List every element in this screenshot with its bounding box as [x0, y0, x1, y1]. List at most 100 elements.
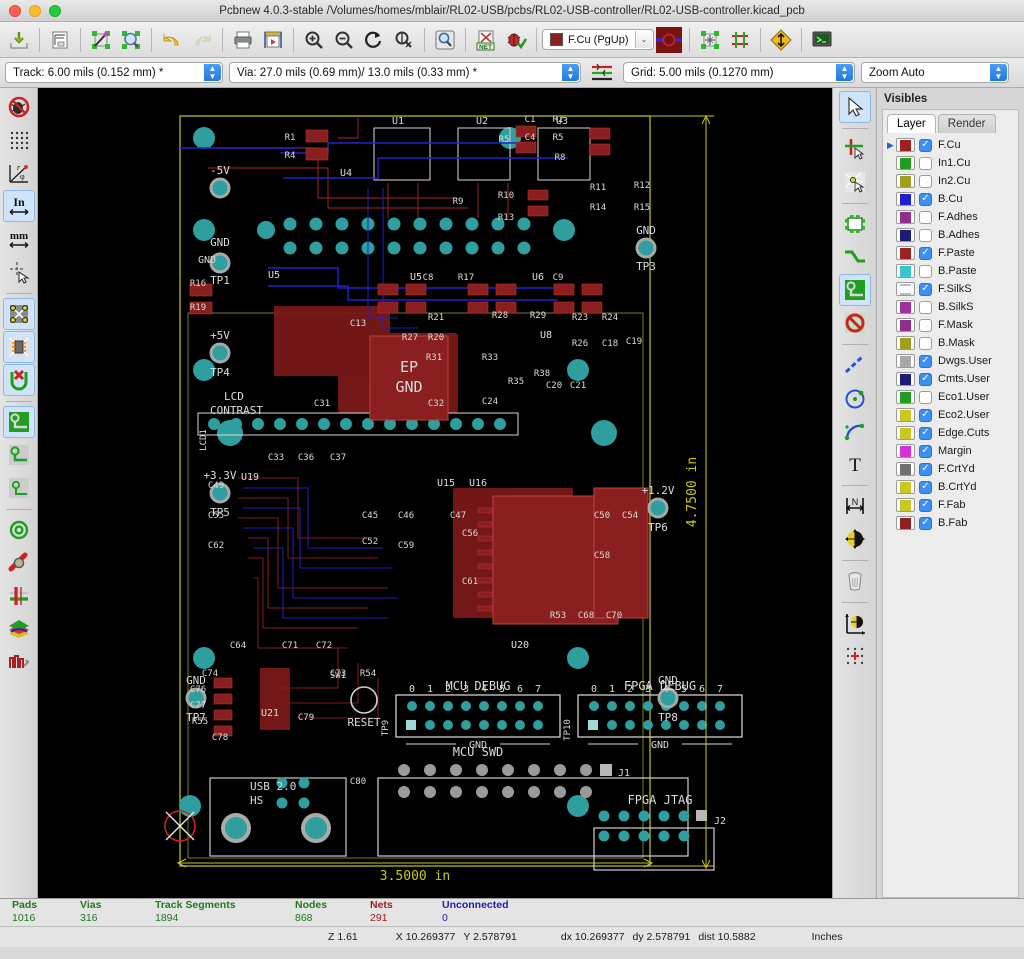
high-contrast-toggle[interactable]: [3, 613, 35, 645]
pcb-canvas[interactable]: .silk { font-family: "DejaVu Sans Mono",…: [38, 88, 832, 898]
add-target-tool[interactable]: [839, 523, 871, 555]
vias-sketch-toggle[interactable]: [3, 547, 35, 579]
add-zone-tool[interactable]: [838, 274, 871, 306]
layer-row-b-cu[interactable]: ✓ B.Cu: [883, 190, 1018, 208]
layer-color-swatch[interactable]: [896, 174, 915, 188]
layer-visibility-checkbox[interactable]: ✓: [919, 426, 932, 440]
save-board-button[interactable]: [4, 25, 34, 55]
module-ratsnest-toggle[interactable]: [2, 331, 35, 363]
layer-color-swatch[interactable]: [896, 372, 915, 386]
grid-combo[interactable]: Grid: 5.00 mils (0.1270 mm) ▲ ▼: [623, 62, 855, 83]
add-circle-tool[interactable]: [839, 382, 871, 414]
cursor-shape-toggle[interactable]: [3, 256, 35, 288]
layer-visibility-checkbox[interactable]: ✓: [919, 480, 932, 494]
layer-color-swatch[interactable]: [896, 192, 915, 206]
zoom-redraw-button[interactable]: [359, 25, 389, 55]
page-settings-button[interactable]: [45, 25, 75, 55]
layer-color-swatch[interactable]: [896, 390, 915, 404]
layer-row-f-cu[interactable]: ▶ ✓ F.Cu: [883, 136, 1018, 154]
mode-track-button[interactable]: [725, 25, 755, 55]
layer-visibility-checkbox[interactable]: [919, 210, 932, 224]
show-3d-button[interactable]: [807, 25, 837, 55]
netlist-button[interactable]: NET: [471, 25, 501, 55]
set-grid-origin-tool[interactable]: [839, 640, 871, 672]
open-module-editor-button[interactable]: [86, 25, 116, 55]
layer-row-f-paste[interactable]: ✓ F.Paste: [883, 244, 1018, 262]
tab-render[interactable]: Render: [937, 114, 996, 133]
layer-row-edge-cuts[interactable]: ✓ Edge.Cuts: [883, 424, 1018, 442]
units-mm-toggle[interactable]: mm: [3, 223, 35, 255]
layer-visibility-checkbox[interactable]: ✓: [919, 372, 932, 386]
tracks-sketch-toggle[interactable]: [3, 580, 35, 612]
grid-display-toggle[interactable]: [3, 124, 35, 156]
layer-row-eco1-user[interactable]: Eco1.User: [883, 388, 1018, 406]
layer-row-b-silks[interactable]: B.SilkS: [883, 298, 1018, 316]
units-inch-toggle[interactable]: In: [2, 190, 35, 222]
layer-row-b-adhes[interactable]: B.Adhes: [883, 226, 1018, 244]
layer-row-f-mask[interactable]: F.Mask: [883, 316, 1018, 334]
layer-color-swatch[interactable]: [896, 210, 915, 224]
layer-color-swatch[interactable]: [896, 228, 915, 242]
zoom-fit-button[interactable]: [389, 25, 419, 55]
add-keepout-tool[interactable]: [839, 307, 871, 339]
auto-delete-track-toggle[interactable]: [2, 364, 35, 396]
layer-row-cmts-user[interactable]: ✓ Cmts.User: [883, 370, 1018, 388]
layer-row-b-mask[interactable]: B.Mask: [883, 334, 1018, 352]
layer-select-chevron[interactable]: ⌄: [635, 31, 652, 48]
layer-row-eco2-user[interactable]: ✓ Eco2.User: [883, 406, 1018, 424]
layer-visibility-checkbox[interactable]: ✓: [919, 498, 932, 512]
zoom-in-button[interactable]: [299, 25, 329, 55]
layer-row-dwgs-user[interactable]: ✓ Dwgs.User: [883, 352, 1018, 370]
drc-off-toggle[interactable]: [3, 91, 35, 123]
layer-color-swatch[interactable]: [896, 354, 915, 368]
zoom-stepper[interactable]: ▲ ▼: [990, 64, 1007, 81]
microwave-tools-toggle[interactable]: [3, 646, 35, 678]
layer-visibility-checkbox[interactable]: [919, 264, 932, 278]
layer-color-swatch[interactable]: [896, 138, 915, 152]
layer-color-swatch[interactable]: [896, 264, 915, 278]
layer-color-swatch[interactable]: [896, 246, 915, 260]
layer-visibility-checkbox[interactable]: [919, 156, 932, 170]
layer-color-swatch[interactable]: [896, 336, 915, 350]
layer-pair-button[interactable]: [587, 58, 617, 88]
layer-row-f-fab[interactable]: ✓ F.Fab: [883, 496, 1018, 514]
layer-color-swatch[interactable]: [896, 444, 915, 458]
layer-visibility-checkbox[interactable]: ✓: [919, 282, 932, 296]
layer-row-in1-cu[interactable]: In1.Cu: [883, 154, 1018, 172]
layer-row-b-fab[interactable]: ✓ B.Fab: [883, 514, 1018, 532]
layer-row-margin[interactable]: ✓ Margin: [883, 442, 1018, 460]
layer-select-combo[interactable]: F.Cu (PgUp) ⌄: [542, 29, 654, 50]
layer-visibility-checkbox[interactable]: ✓: [919, 192, 932, 206]
add-track-tool[interactable]: [839, 241, 871, 273]
layer-visibility-checkbox[interactable]: [919, 390, 932, 404]
undo-button[interactable]: [157, 25, 187, 55]
layer-visibility-checkbox[interactable]: ✓: [919, 138, 932, 152]
redo-button[interactable]: [187, 25, 217, 55]
layer-color-swatch[interactable]: [896, 498, 915, 512]
layer-color-swatch[interactable]: [896, 426, 915, 440]
layer-visibility-checkbox[interactable]: ✓: [919, 246, 932, 260]
polar-coords-toggle[interactable]: r φ: [3, 157, 35, 189]
plot-button[interactable]: [258, 25, 288, 55]
add-arc-tool[interactable]: [839, 415, 871, 447]
layer-color-swatch[interactable]: [896, 318, 915, 332]
add-dimension-tool[interactable]: N: [839, 490, 871, 522]
show-zones-outline-toggle[interactable]: [3, 439, 35, 471]
zoom-out-button[interactable]: [329, 25, 359, 55]
via-size-combo[interactable]: Via: 27.0 mils (0.69 mm)/ 13.0 mils (0.3…: [229, 62, 581, 83]
layer-color-swatch[interactable]: [896, 480, 915, 494]
layer-visibility-checkbox[interactable]: [919, 318, 932, 332]
pads-sketch-toggle[interactable]: [3, 514, 35, 546]
layer-color-swatch[interactable]: [896, 408, 915, 422]
layer-visibility-checkbox[interactable]: [919, 228, 932, 242]
layer-visibility-checkbox[interactable]: ✓: [919, 354, 932, 368]
layer-row-b-paste[interactable]: B.Paste: [883, 262, 1018, 280]
local-ratsnest-tool[interactable]: [839, 166, 871, 198]
find-button[interactable]: [430, 25, 460, 55]
layer-row-f-adhes[interactable]: F.Adhes: [883, 208, 1018, 226]
show-zones-toggle[interactable]: [2, 406, 35, 438]
layer-visibility-checkbox[interactable]: [919, 300, 932, 314]
layer-color-swatch[interactable]: [896, 300, 915, 314]
zoom-combo[interactable]: Zoom Auto ▲ ▼: [861, 62, 1009, 83]
layer-visibility-checkbox[interactable]: ✓: [919, 516, 932, 530]
